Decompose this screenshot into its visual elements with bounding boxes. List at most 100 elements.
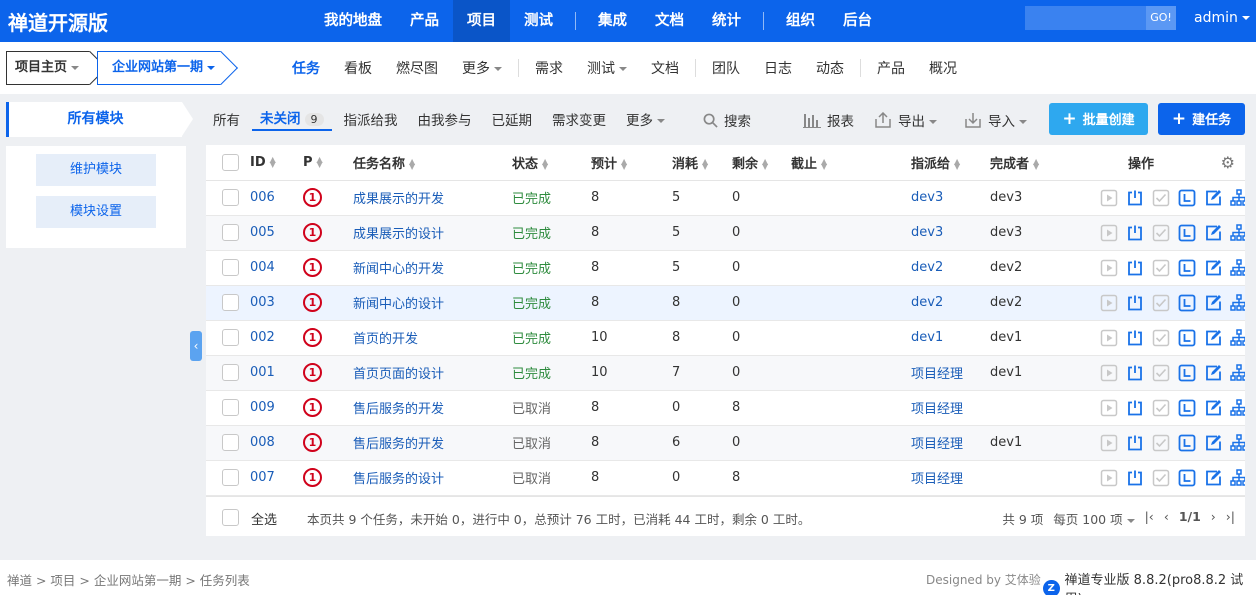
task-name-link[interactable]: 成果展示的开发 — [353, 192, 444, 207]
tab-burndown[interactable]: 燃尽图 — [384, 58, 450, 78]
sitemap-icon[interactable] — [1230, 468, 1245, 487]
table-row[interactable]: 007 1 售后服务的设计 已取消 8 0 8 项目经理 — [206, 460, 1245, 496]
close-task-icon[interactable] — [1178, 399, 1196, 417]
filter-delayed[interactable]: 已延期 — [484, 109, 541, 129]
nav-doc[interactable]: 文档 — [641, 0, 698, 42]
select-all-label[interactable]: 全选 — [251, 509, 277, 528]
edit-icon[interactable] — [1204, 294, 1222, 312]
global-search-input[interactable] — [1025, 6, 1146, 30]
assigned-to-link[interactable]: 项目经理 — [911, 402, 963, 417]
table-row[interactable]: 005 1 成果展示的设计 已完成 8 5 0 dev3 dev3 — [206, 215, 1245, 251]
edit-icon[interactable] — [1204, 224, 1222, 242]
select-all-checkbox[interactable] — [222, 153, 239, 171]
sitemap-icon[interactable] — [1230, 223, 1245, 242]
create-task-button[interactable]: + 建任务 — [1158, 103, 1245, 135]
user-menu[interactable]: admin — [1194, 10, 1250, 26]
tab-team[interactable]: 团队 — [700, 58, 752, 78]
record-hours-icon[interactable] — [1126, 259, 1144, 277]
tab-overview[interactable]: 概况 — [917, 58, 969, 78]
task-name-link[interactable]: 成果展示的设计 — [353, 227, 444, 242]
search-go-button[interactable]: GO! — [1146, 6, 1176, 30]
batch-create-button[interactable]: + 批量创建 — [1049, 103, 1148, 135]
tab-story[interactable]: 需求 — [523, 58, 575, 78]
task-name-link[interactable]: 新闻中心的开发 — [353, 262, 444, 277]
task-id-link[interactable]: 007 — [250, 470, 275, 485]
per-page-select[interactable]: 每页 100 项 — [1053, 509, 1135, 528]
nav-product[interactable]: 产品 — [396, 0, 453, 42]
task-id-link[interactable]: 002 — [250, 330, 275, 345]
task-name-link[interactable]: 新闻中心的设计 — [353, 297, 444, 312]
crumb-project-home[interactable]: 项目主页 — [6, 51, 90, 85]
collapse-sidebar-icon[interactable]: ‹ — [190, 331, 202, 361]
row-checkbox[interactable] — [222, 364, 239, 381]
sitemap-icon[interactable] — [1230, 398, 1245, 417]
edit-icon[interactable] — [1204, 259, 1222, 277]
edit-icon[interactable] — [1204, 434, 1222, 452]
sitemap-icon[interactable] — [1230, 363, 1245, 382]
task-id-link[interactable]: 006 — [250, 190, 275, 205]
tab-doc[interactable]: 文档 — [639, 58, 691, 78]
search-toggle[interactable]: 搜索 — [703, 110, 751, 130]
row-checkbox[interactable] — [222, 259, 239, 276]
task-id-link[interactable]: 001 — [250, 365, 275, 380]
filter-story-changed[interactable]: 需求变更 — [544, 109, 614, 129]
table-row[interactable]: 001 1 首页页面的设计 已完成 10 7 0 项目经理 dev1 — [206, 355, 1245, 391]
tab-kanban[interactable]: 看板 — [332, 58, 384, 78]
tab-test[interactable]: 测试 — [575, 58, 639, 78]
record-hours-icon[interactable] — [1126, 434, 1144, 452]
maintain-module-button[interactable]: 维护模块 — [36, 154, 156, 186]
assigned-to-link[interactable]: dev3 — [911, 225, 943, 240]
table-row[interactable]: 008 1 售后服务的开发 已取消 8 6 0 项目经理 dev1 — [206, 425, 1245, 461]
col-name[interactable]: 任务名称 ▲ ▼ — [353, 145, 512, 181]
task-name-link[interactable]: 售后服务的设计 — [353, 472, 444, 487]
nav-test[interactable]: 测试 — [510, 0, 567, 42]
close-task-icon[interactable] — [1178, 224, 1196, 242]
prev-page-icon[interactable]: ‹ — [1164, 509, 1169, 528]
col-finished[interactable]: 完成者 ▲ ▼ — [990, 145, 1070, 181]
row-checkbox[interactable] — [222, 434, 239, 451]
assigned-to-link[interactable]: 项目经理 — [911, 367, 963, 382]
crumb-project-switch[interactable]: 企业网站第一期 — [97, 51, 221, 85]
close-task-icon[interactable] — [1178, 469, 1196, 487]
task-name-link[interactable]: 首页的开发 — [353, 332, 418, 347]
sitemap-icon[interactable] — [1230, 328, 1245, 347]
col-id[interactable]: ID ▲ ▼ — [250, 145, 303, 181]
first-page-icon[interactable]: |‹ — [1145, 509, 1154, 528]
brand-logo[interactable]: 禅道开源版 — [8, 7, 108, 36]
module-settings-button[interactable]: 模块设置 — [36, 196, 156, 228]
col-deadline[interactable]: 截止 ▲ ▼ — [791, 145, 911, 181]
sitemap-icon[interactable] — [1230, 188, 1245, 207]
col-priority[interactable]: P ▲ ▼ — [303, 145, 353, 181]
tab-dynamic[interactable]: 动态 — [804, 58, 856, 78]
task-id-link[interactable]: 009 — [250, 400, 275, 415]
close-task-icon[interactable] — [1178, 434, 1196, 452]
tab-more[interactable]: 更多 — [450, 58, 514, 78]
nav-admin[interactable]: 后台 — [829, 0, 886, 42]
filter-all[interactable]: 所有 — [205, 109, 248, 129]
task-id-link[interactable]: 004 — [250, 260, 275, 275]
col-status[interactable]: 状态 ▲ ▼ — [512, 145, 591, 181]
close-task-icon[interactable] — [1178, 329, 1196, 347]
row-checkbox[interactable] — [222, 224, 239, 241]
assigned-to-link[interactable]: 项目经理 — [911, 472, 963, 487]
task-name-link[interactable]: 首页页面的设计 — [353, 367, 444, 382]
record-hours-icon[interactable] — [1126, 364, 1144, 382]
export-button[interactable]: 导出 — [874, 110, 937, 130]
row-checkbox[interactable] — [222, 294, 239, 311]
assigned-to-link[interactable]: 项目经理 — [911, 437, 963, 452]
task-id-link[interactable]: 005 — [250, 225, 275, 240]
row-checkbox[interactable] — [222, 189, 239, 206]
edit-icon[interactable] — [1204, 364, 1222, 382]
row-checkbox[interactable] — [222, 399, 239, 416]
table-row[interactable]: 003 1 新闻中心的设计 已完成 8 8 0 dev2 dev2 — [206, 285, 1245, 321]
task-id-link[interactable]: 003 — [250, 295, 275, 310]
import-button[interactable]: 导入 — [964, 110, 1027, 130]
nav-project[interactable]: 项目 — [453, 0, 510, 42]
task-name-link[interactable]: 售后服务的开发 — [353, 437, 444, 452]
table-row[interactable]: 009 1 售后服务的开发 已取消 8 0 8 项目经理 — [206, 390, 1245, 426]
col-assigned[interactable]: 指派给 ▲ ▼ — [911, 145, 990, 181]
edit-icon[interactable] — [1204, 189, 1222, 207]
record-hours-icon[interactable] — [1126, 294, 1144, 312]
record-hours-icon[interactable] — [1126, 189, 1144, 207]
assigned-to-link[interactable]: dev1 — [911, 330, 943, 345]
